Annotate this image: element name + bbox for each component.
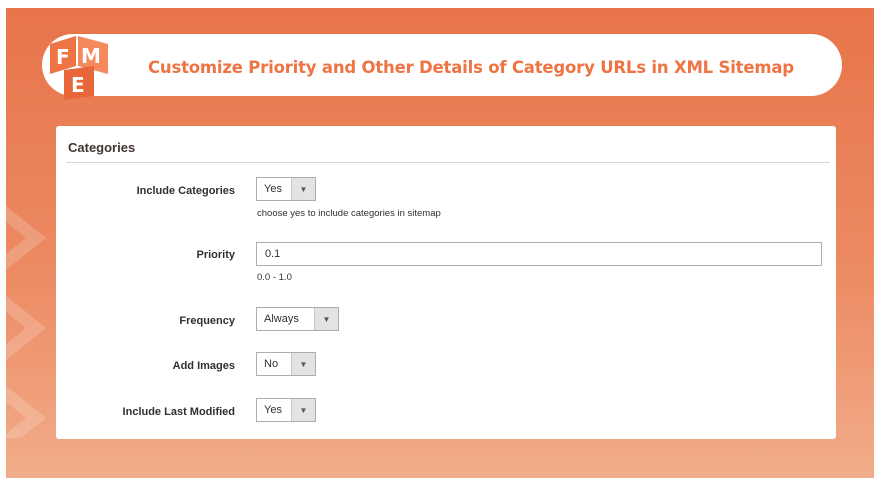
include-categories-label: Include Categories (136, 185, 235, 197)
frequency-select[interactable]: Always ▼ (256, 307, 339, 331)
include-categories-select[interactable]: Yes ▼ (256, 177, 316, 201)
frequency-value: Always (264, 313, 299, 325)
priority-input[interactable]: 0.1 (256, 242, 822, 266)
frequency-label: Frequency (179, 315, 235, 327)
include-last-modified-value: Yes (264, 404, 282, 416)
add-images-select[interactable]: No ▼ (256, 352, 316, 376)
background-frame: F M E Customize Priority and Other Detai… (6, 8, 874, 478)
section-title[interactable]: Categories (68, 140, 135, 155)
logo-letter-m: M (81, 44, 101, 68)
page-title: Customize Priority and Other Details of … (148, 58, 794, 77)
fme-logo: F M E (50, 36, 108, 100)
include-categories-note: choose yes to include categories in site… (257, 208, 441, 219)
logo-letter-f: F (56, 45, 70, 69)
include-categories-value: Yes (264, 183, 282, 195)
decorative-chevrons (6, 206, 46, 438)
chevron-down-icon: ▼ (291, 353, 315, 375)
include-last-modified-select[interactable]: Yes ▼ (256, 398, 316, 422)
logo-letter-e: E (71, 73, 85, 97)
chevron-down-icon: ▼ (291, 399, 315, 421)
include-last-modified-label: Include Last Modified (122, 406, 235, 418)
priority-label: Priority (196, 249, 235, 261)
add-images-value: No (264, 358, 279, 370)
priority-note: 0.0 - 1.0 (257, 272, 292, 283)
section-divider (66, 162, 830, 163)
chevron-down-icon: ▼ (291, 178, 315, 200)
settings-panel: Categories Include Categories Yes ▼ choo… (56, 126, 836, 439)
add-images-label: Add Images (172, 360, 235, 372)
chevron-down-icon: ▼ (314, 308, 338, 330)
